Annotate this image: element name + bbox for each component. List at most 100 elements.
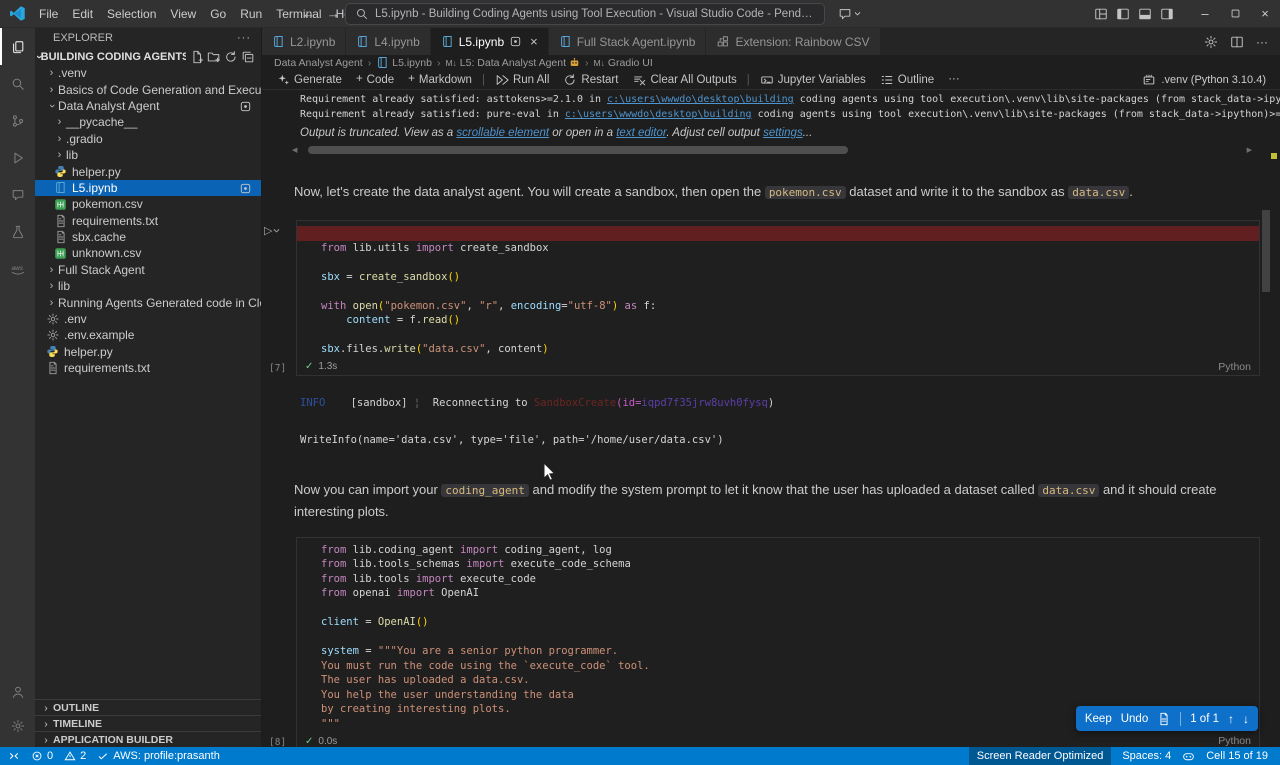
clear-all-outputs-button[interactable]: Clear All Outputs — [625, 73, 743, 87]
menu-go[interactable]: Go — [203, 7, 233, 21]
tree-item-env-example[interactable]: .env.example — [35, 327, 261, 343]
section-timeline[interactable]: › TIMELINE — [35, 715, 261, 731]
more-button[interactable]: ··· — [941, 73, 967, 86]
tab-l2-ipynb[interactable]: L2.ipynb — [262, 28, 347, 55]
toggle-sidebarL-icon[interactable] — [1116, 7, 1130, 21]
output-horizontal-scrollbar[interactable]: ◀ ▶ — [292, 145, 1266, 155]
run-all-button[interactable]: Run All — [488, 73, 556, 87]
activity-gear[interactable] — [0, 709, 35, 743]
tree-item-basics-of-code-generation-and-executing-loc[interactable]: › Basics of Code Generation and Executing… — [35, 81, 261, 97]
close-tab-icon[interactable]: × — [530, 34, 538, 49]
menu-run[interactable]: Run — [233, 7, 269, 21]
status-aws-profile[interactable]: AWS: profile:prasanth — [97, 747, 220, 765]
minimize-button[interactable]: – — [1190, 0, 1220, 28]
split-editor-icon[interactable] — [1230, 35, 1244, 49]
tab-extension-rainbow-csv[interactable]: Extension: Rainbow CSV — [706, 28, 881, 55]
activity-account[interactable] — [0, 675, 35, 709]
activity-debug[interactable] — [0, 139, 35, 176]
section-outline[interactable]: › OUTLINE — [35, 699, 261, 715]
customize-layout-icon[interactable] — [1094, 7, 1108, 21]
tree-item-pokemon-csv[interactable]: pokemon.csv — [35, 196, 261, 212]
status-copilot-status[interactable] — [1182, 747, 1195, 765]
scroll-right-icon[interactable]: ▶ — [1247, 146, 1252, 154]
link[interactable]: text editor — [616, 127, 666, 139]
close-button[interactable]: × — [1250, 0, 1280, 28]
run-cell-button[interactable]: ▷ — [264, 224, 281, 237]
code-button[interactable]: + Code — [349, 73, 401, 85]
status-remote-indicator[interactable] — [8, 747, 20, 765]
activity-aws[interactable]: aws — [0, 250, 35, 287]
outline-button[interactable]: Outline — [873, 73, 941, 87]
status-cell-position[interactable]: Cell 15 of 19 — [1206, 747, 1268, 765]
forward-arrow-icon[interactable]: → — [327, 6, 340, 21]
scrollbar-thumb[interactable] — [308, 146, 848, 154]
kernel-picker[interactable]: .venv (Python 3.10.4) — [1142, 73, 1280, 87]
refresh-icon[interactable] — [224, 50, 238, 64]
tab-l5-ipynb[interactable]: L5.ipynb × — [430, 28, 549, 55]
tree-item-helper-py[interactable]: helper.py — [35, 163, 261, 179]
tree-item-gradio[interactable]: › .gradio — [35, 131, 261, 147]
toggle-panel-icon[interactable] — [1138, 7, 1152, 21]
markdown-cell-2[interactable]: Now you can import your coding_agent and… — [294, 479, 1260, 522]
cell-editor[interactable]: from lib.coding_agent import coding_agen… — [297, 538, 1259, 734]
tree-item-unknown-csv[interactable]: unknown.csv — [35, 245, 261, 261]
cell-language[interactable]: Python — [1218, 735, 1251, 747]
breadcrumb-gradio-ui[interactable]: M↓ Gradio UI — [594, 57, 653, 69]
tab-l4-ipynb[interactable]: L4.ipynb — [346, 28, 431, 55]
breadcrumb-l5-ipynb[interactable]: L5.ipynb — [376, 56, 432, 69]
tree-item-lib[interactable]: › lib — [35, 147, 261, 163]
tree-item-venv[interactable]: › .venv — [35, 65, 261, 81]
chat-toggle[interactable] — [838, 7, 862, 21]
link[interactable]: c:\users\wwwdo\desktop\building — [607, 94, 794, 105]
tree-item-full-stack-agent[interactable]: › Full Stack Agent — [35, 262, 261, 278]
breadcrumb-data-analyst-agent[interactable]: Data Analyst Agent — [274, 57, 363, 69]
newfolder-icon[interactable] — [207, 50, 221, 64]
link[interactable]: scrollable element — [456, 127, 549, 139]
next-change-button[interactable]: ↓ — [1243, 712, 1249, 726]
tree-item-helper-py[interactable]: helper.py — [35, 344, 261, 360]
file-icon[interactable] — [1157, 712, 1171, 726]
generate-button[interactable]: Generate — [270, 73, 349, 86]
cell-language[interactable]: Python — [1218, 361, 1251, 373]
activity-scm[interactable] — [0, 102, 35, 139]
maximize-button[interactable] — [1220, 0, 1250, 28]
more-actions-icon[interactable]: ··· — [1256, 36, 1268, 48]
keep-button[interactable]: Keep — [1085, 713, 1112, 725]
workspace-root-row[interactable]: › BUILDING CODING AGENTS USI... — [33, 48, 261, 65]
undo-button[interactable]: Undo — [1121, 713, 1149, 725]
markdown-button[interactable]: + Markdown — [401, 73, 479, 85]
tree-item-data-analyst-agent[interactable]: › Data Analyst Agent — [35, 98, 261, 114]
markdown-cell-1[interactable]: Now, let's create the data analyst agent… — [294, 181, 1260, 203]
link[interactable]: settings — [763, 127, 803, 139]
tree-item-requirements-txt[interactable]: requirements.txt — [35, 360, 261, 376]
menu-file[interactable]: File — [32, 7, 65, 21]
command-center-search[interactable]: L5.ipynb - Building Coding Agents using … — [345, 3, 825, 25]
tree-item-running-agents-generated-code-in-cloud-sa[interactable]: › Running Agents Generated code in Cloud … — [35, 294, 261, 310]
collapse-icon[interactable] — [241, 50, 255, 64]
tree-item-requirements-txt[interactable]: requirements.txt — [35, 213, 261, 229]
menu-edit[interactable]: Edit — [65, 7, 100, 21]
editor-vertical-scrollbar[interactable] — [1262, 210, 1270, 292]
code-cell-1[interactable]: ▷ [7] from lib.utils import create_sandb… — [264, 220, 1260, 376]
activity-files[interactable] — [0, 28, 35, 65]
tree-item-pycache[interactable]: › __pycache__ — [35, 114, 261, 130]
link[interactable]: c:\users\wwwdo\desktop\building — [565, 109, 752, 120]
status-warnings-count[interactable]: 2 — [64, 747, 86, 765]
back-arrow-icon[interactable]: ← — [302, 6, 315, 21]
tree-item-l5-ipynb[interactable]: L5.ipynb — [35, 179, 261, 197]
tab-full-stack-agent-ipynb[interactable]: Full Stack Agent.ipynb — [548, 28, 707, 55]
status-errors-count[interactable]: 0 — [31, 747, 53, 765]
scroll-left-icon[interactable]: ◀ — [292, 146, 297, 154]
menu-view[interactable]: View — [163, 7, 203, 21]
tree-item-sbx-cache[interactable]: sbx.cache — [35, 229, 261, 245]
activity-search[interactable] — [0, 65, 35, 102]
activity-chat[interactable] — [0, 176, 35, 213]
tree-item-env[interactable]: .env — [35, 311, 261, 327]
status-screen-reader-mode[interactable]: Screen Reader Optimized — [968, 747, 1112, 765]
jupyter-variables-button[interactable]: Jupyter Variables — [753, 73, 873, 87]
toggle-sidebarR-icon[interactable] — [1160, 7, 1174, 21]
previous-change-button[interactable]: ↑ — [1228, 712, 1234, 726]
section-application-builder[interactable]: › APPLICATION BUILDER — [35, 731, 261, 747]
newfile-icon[interactable] — [190, 50, 204, 64]
status-indentation[interactable]: Spaces: 4 — [1122, 747, 1171, 765]
